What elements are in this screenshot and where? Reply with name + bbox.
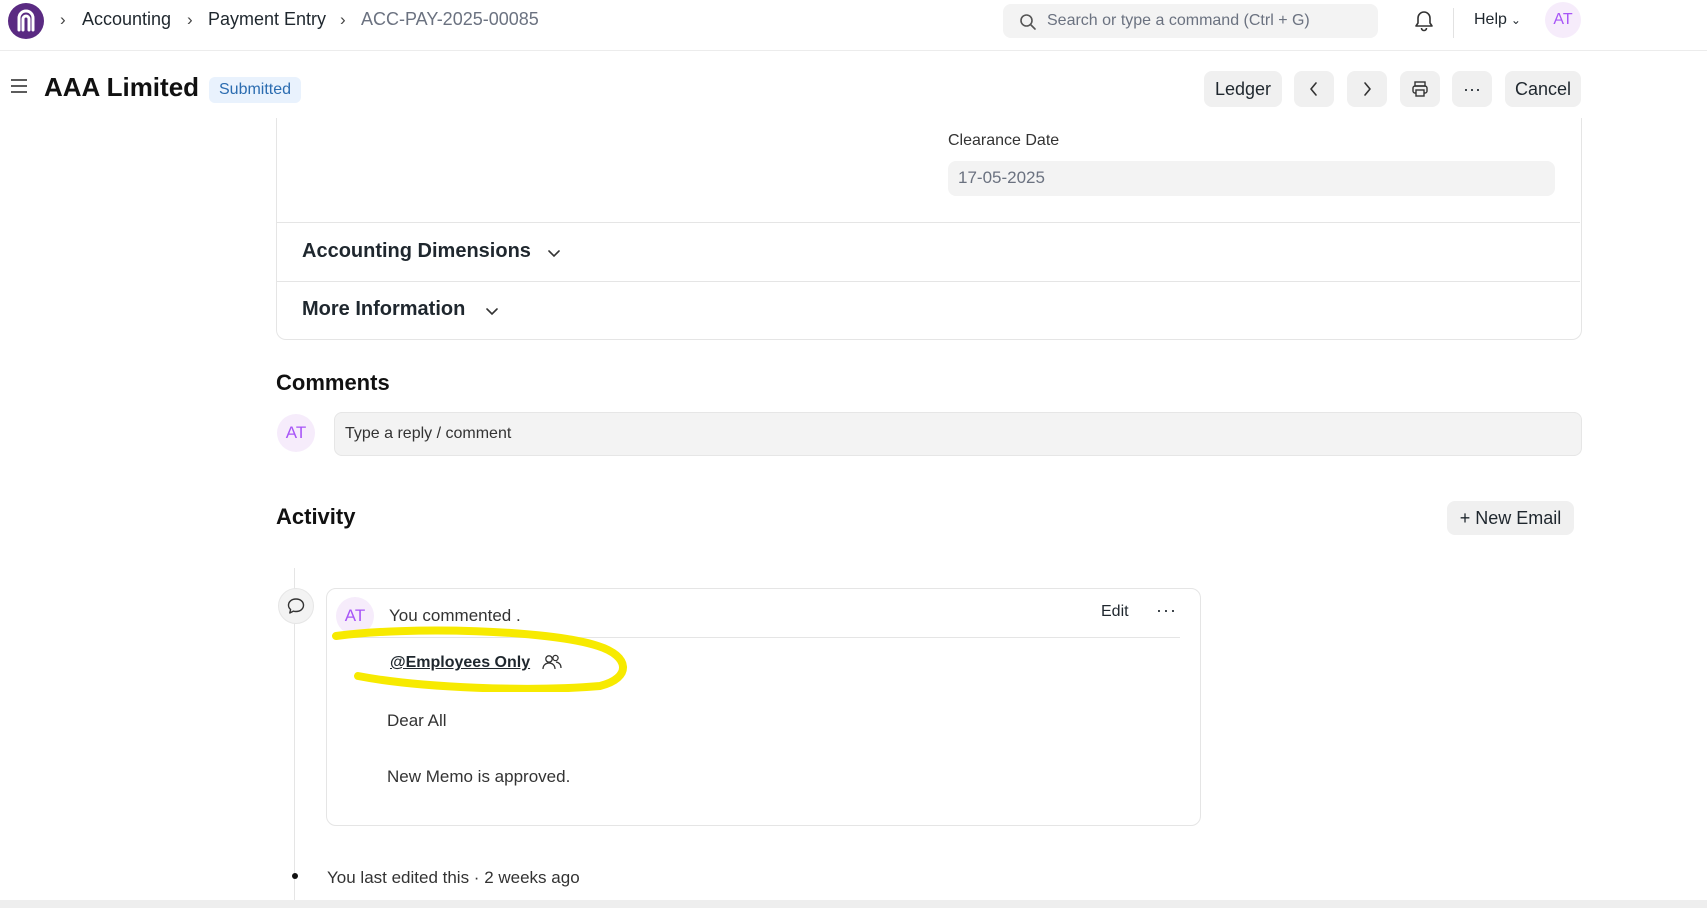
- help-label: Help: [1474, 11, 1507, 28]
- chevron-right-icon: ›: [60, 10, 66, 29]
- section-more-information[interactable]: More Information: [302, 298, 465, 321]
- print-button[interactable]: [1400, 71, 1440, 107]
- navbar-divider: [1453, 8, 1454, 38]
- comment-input[interactable]: Type a reply / comment: [334, 412, 1582, 456]
- comment-placeholder: Type a reply / comment: [345, 425, 512, 442]
- section-divider: [277, 222, 1580, 223]
- clearance-date-value: 17-05-2025: [958, 168, 1045, 187]
- comment-line: New Memo is approved.: [387, 767, 571, 786]
- section-accounting-dimensions[interactable]: Accounting Dimensions: [302, 240, 531, 263]
- search-input[interactable]: Search or type a command (Ctrl + G): [1003, 4, 1378, 38]
- ledger-button[interactable]: Ledger: [1204, 71, 1282, 107]
- previous-record-button[interactable]: [1294, 71, 1334, 107]
- breadcrumb-document-id[interactable]: ACC-PAY-2025-00085: [361, 9, 539, 30]
- mention-link[interactable]: @Employees Only: [390, 654, 530, 672]
- chevron-left-icon: [1310, 82, 1317, 96]
- notification-bell-icon[interactable]: [1414, 9, 1434, 33]
- chevron-down-icon: ⌄: [1510, 13, 1521, 27]
- comment-author-text: You commented .: [389, 606, 521, 625]
- status-badge: Submitted: [209, 77, 302, 103]
- chevron-right-icon: ›: [340, 10, 346, 29]
- activity-heading: Activity: [276, 504, 356, 529]
- bottom-scroll-strip: [0, 900, 1707, 908]
- comment-line: Dear All: [387, 711, 447, 730]
- page-title: AAA Limited: [44, 72, 200, 102]
- sidebar-toggle-icon[interactable]: [10, 78, 28, 94]
- next-record-button[interactable]: [1347, 71, 1387, 107]
- timeline-comment-marker: [278, 588, 314, 624]
- timeline-dot: [292, 873, 298, 879]
- comment-bubble-icon: [287, 598, 305, 614]
- top-navbar: › Accounting › Payment Entry › ACC-PAY-2…: [0, 0, 1707, 51]
- chevron-right-icon: [1364, 82, 1371, 96]
- chevron-down-icon[interactable]: [485, 307, 499, 317]
- form-card: [276, 118, 1582, 340]
- chevron-down-icon[interactable]: [547, 249, 561, 259]
- app-logo-icon[interactable]: [8, 3, 44, 39]
- comment-avatar: AT: [277, 414, 315, 452]
- edit-comment-button[interactable]: Edit: [1101, 603, 1129, 621]
- comments-heading: Comments: [276, 370, 390, 395]
- comment-more-button[interactable]: ···: [1156, 600, 1177, 621]
- group-users-icon: [542, 654, 562, 670]
- last-edited-text: You last edited this · 2 weeks ago: [327, 868, 580, 887]
- search-placeholder: Search or type a command (Ctrl + G): [1047, 12, 1310, 29]
- clearance-date-field[interactable]: 17-05-2025: [948, 161, 1555, 196]
- user-avatar[interactable]: AT: [1545, 2, 1581, 38]
- breadcrumb-accounting[interactable]: Accounting: [82, 9, 171, 30]
- printer-icon: [1412, 81, 1428, 97]
- breadcrumb-payment-entry[interactable]: Payment Entry: [208, 9, 326, 30]
- chevron-right-icon: ›: [187, 10, 193, 29]
- section-divider: [277, 281, 1580, 282]
- help-dropdown[interactable]: Help ⌄: [1474, 11, 1521, 29]
- cancel-button[interactable]: Cancel: [1505, 71, 1581, 107]
- clearance-date-label: Clearance Date: [948, 132, 1060, 149]
- more-actions-button[interactable]: ···: [1452, 71, 1492, 107]
- search-icon: [1020, 14, 1036, 30]
- new-email-button[interactable]: + New Email: [1447, 501, 1574, 535]
